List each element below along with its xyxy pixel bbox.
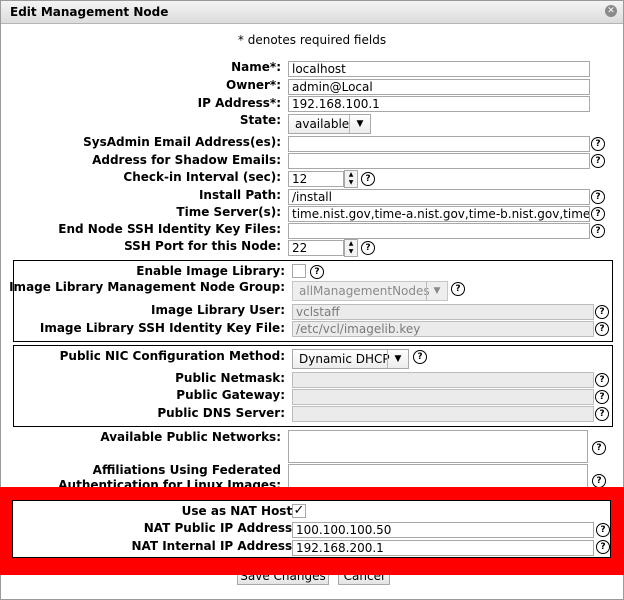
enable-image-library-label: Enable Image Library: <box>136 264 285 278</box>
ssh-port-label: SSH Port for this Node: <box>124 239 281 253</box>
required-note: * denotes required fields <box>237 33 387 47</box>
ssh-port-field[interactable]: 22 <box>288 240 344 256</box>
use-as-nat-host-checkbox[interactable]: ✓ <box>292 504 306 518</box>
public-gateway-field[interactable] <box>292 389 594 405</box>
help-icon[interactable]: ? <box>361 172 375 186</box>
help-icon[interactable]: ? <box>451 282 465 296</box>
sysadmin-email-field[interactable] <box>288 136 590 152</box>
enable-image-library-checkbox[interactable] <box>292 264 306 278</box>
ip-address-label: IP Address*: <box>197 96 281 110</box>
owner-label: Owner*: <box>226 78 281 92</box>
public-dns-label: Public DNS Server: <box>157 406 285 420</box>
shadow-email-field[interactable] <box>288 153 590 169</box>
image-library-group-label: Image Library Management Node Group: <box>9 280 285 294</box>
help-icon[interactable]: ? <box>413 350 427 364</box>
name-label: Name*: <box>231 60 281 74</box>
help-icon[interactable]: ? <box>596 523 610 537</box>
sysadmin-email-label: SysAdmin Email Address(es): <box>83 135 281 149</box>
checkin-interval-field[interactable]: 12 <box>288 171 344 187</box>
checkin-interval-label: Check-in Interval (sec): <box>123 170 281 184</box>
help-icon[interactable]: ? <box>595 373 609 387</box>
state-selected-value: available <box>295 117 350 131</box>
close-icon[interactable]: ✕ <box>605 5 617 17</box>
image-library-user-label: Image Library User: <box>151 303 285 317</box>
help-icon[interactable]: ? <box>591 207 605 221</box>
nat-public-ip-label: NAT Public IP Address: <box>143 521 297 535</box>
available-public-networks-label: Available Public Networks: <box>100 430 281 444</box>
dialog-titlebar: Edit Management Node ✕ <box>1 1 623 24</box>
help-icon[interactable]: ? <box>591 154 605 168</box>
nat-public-ip-field[interactable]: 100.100.100.50 <box>292 522 594 538</box>
owner-field[interactable]: admin@Local <box>288 79 590 95</box>
help-icon[interactable]: ? <box>596 540 610 554</box>
nat-internal-ip-field[interactable]: 192.168.200.1 <box>292 540 594 556</box>
ssh-key-files-field[interactable] <box>288 223 590 239</box>
help-icon[interactable]: ? <box>595 322 609 336</box>
help-icon[interactable]: ? <box>595 305 609 319</box>
image-library-group-value: allManagementNodes <box>299 284 430 298</box>
help-icon[interactable]: ? <box>591 137 605 151</box>
help-icon[interactable]: ? <box>591 190 605 204</box>
shadow-email-label: Address for Shadow Emails: <box>92 153 281 167</box>
state-select[interactable]: available ▼ <box>288 114 371 134</box>
spin-up-icon[interactable]: ▲ <box>345 171 357 179</box>
chevron-down-icon: ▼ <box>426 282 447 300</box>
ssh-port-stepper[interactable]: ▲ ▼ <box>344 239 358 257</box>
spin-down-icon[interactable]: ▼ <box>345 179 357 187</box>
time-server-field[interactable]: time.nist.gov,time-a.nist.gov,time-b.nis… <box>288 206 590 222</box>
image-library-user-field[interactable]: vclstaff <box>292 304 594 320</box>
public-nic-method-value: Dynamic DHCP <box>299 352 390 366</box>
image-library-key-field[interactable]: /etc/vcl/imagelib.key <box>292 321 594 337</box>
install-path-field[interactable]: /install <box>288 189 590 205</box>
state-label: State: <box>239 113 281 127</box>
affiliations-label-line1: Affiliations Using Federated <box>92 463 281 477</box>
ip-address-field[interactable]: 192.168.100.1 <box>288 96 590 112</box>
nat-group: Use as NAT Host: ✓ NAT Public IP Address… <box>12 500 611 558</box>
spin-down-icon[interactable]: ▼ <box>345 248 357 256</box>
help-icon[interactable]: ? <box>591 224 605 238</box>
image-library-group-select[interactable]: allManagementNodes ▼ <box>292 281 448 301</box>
help-icon[interactable]: ? <box>595 407 609 421</box>
name-field[interactable]: localhost <box>288 61 590 77</box>
chevron-down-icon: ▼ <box>387 350 408 368</box>
public-netmask-field[interactable] <box>292 372 594 388</box>
public-nic-method-select[interactable]: Dynamic DHCP ▼ <box>292 349 409 369</box>
help-icon[interactable]: ? <box>361 241 375 255</box>
check-icon: ✓ <box>293 503 305 518</box>
public-netmask-label: Public Netmask: <box>175 371 285 385</box>
use-as-nat-host-label: Use as NAT Host: <box>181 504 297 518</box>
install-path-label: Install Path: <box>198 188 281 202</box>
dialog-title: Edit Management Node <box>10 5 169 19</box>
public-gateway-label: Public Gateway: <box>176 388 285 402</box>
help-icon[interactable]: ? <box>592 441 606 455</box>
available-public-networks-list[interactable] <box>288 430 588 463</box>
checkin-interval-stepper[interactable]: ▲ ▼ <box>344 170 358 188</box>
spin-up-icon[interactable]: ▲ <box>345 240 357 248</box>
ssh-key-files-label: End Node SSH Identity Key Files: <box>58 222 281 236</box>
help-icon[interactable]: ? <box>310 265 324 279</box>
public-dns-field[interactable] <box>292 406 594 422</box>
time-server-label: Time Server(s): <box>176 205 281 219</box>
help-icon[interactable]: ? <box>595 390 609 404</box>
chevron-down-icon: ▼ <box>349 115 370 133</box>
public-nic-method-label: Public NIC Configuration Method: <box>59 349 285 363</box>
help-icon[interactable]: ? <box>592 474 606 488</box>
nat-internal-ip-label: NAT Internal IP Address: <box>131 539 297 553</box>
image-library-key-label: Image Library SSH Identity Key File: <box>39 321 285 335</box>
